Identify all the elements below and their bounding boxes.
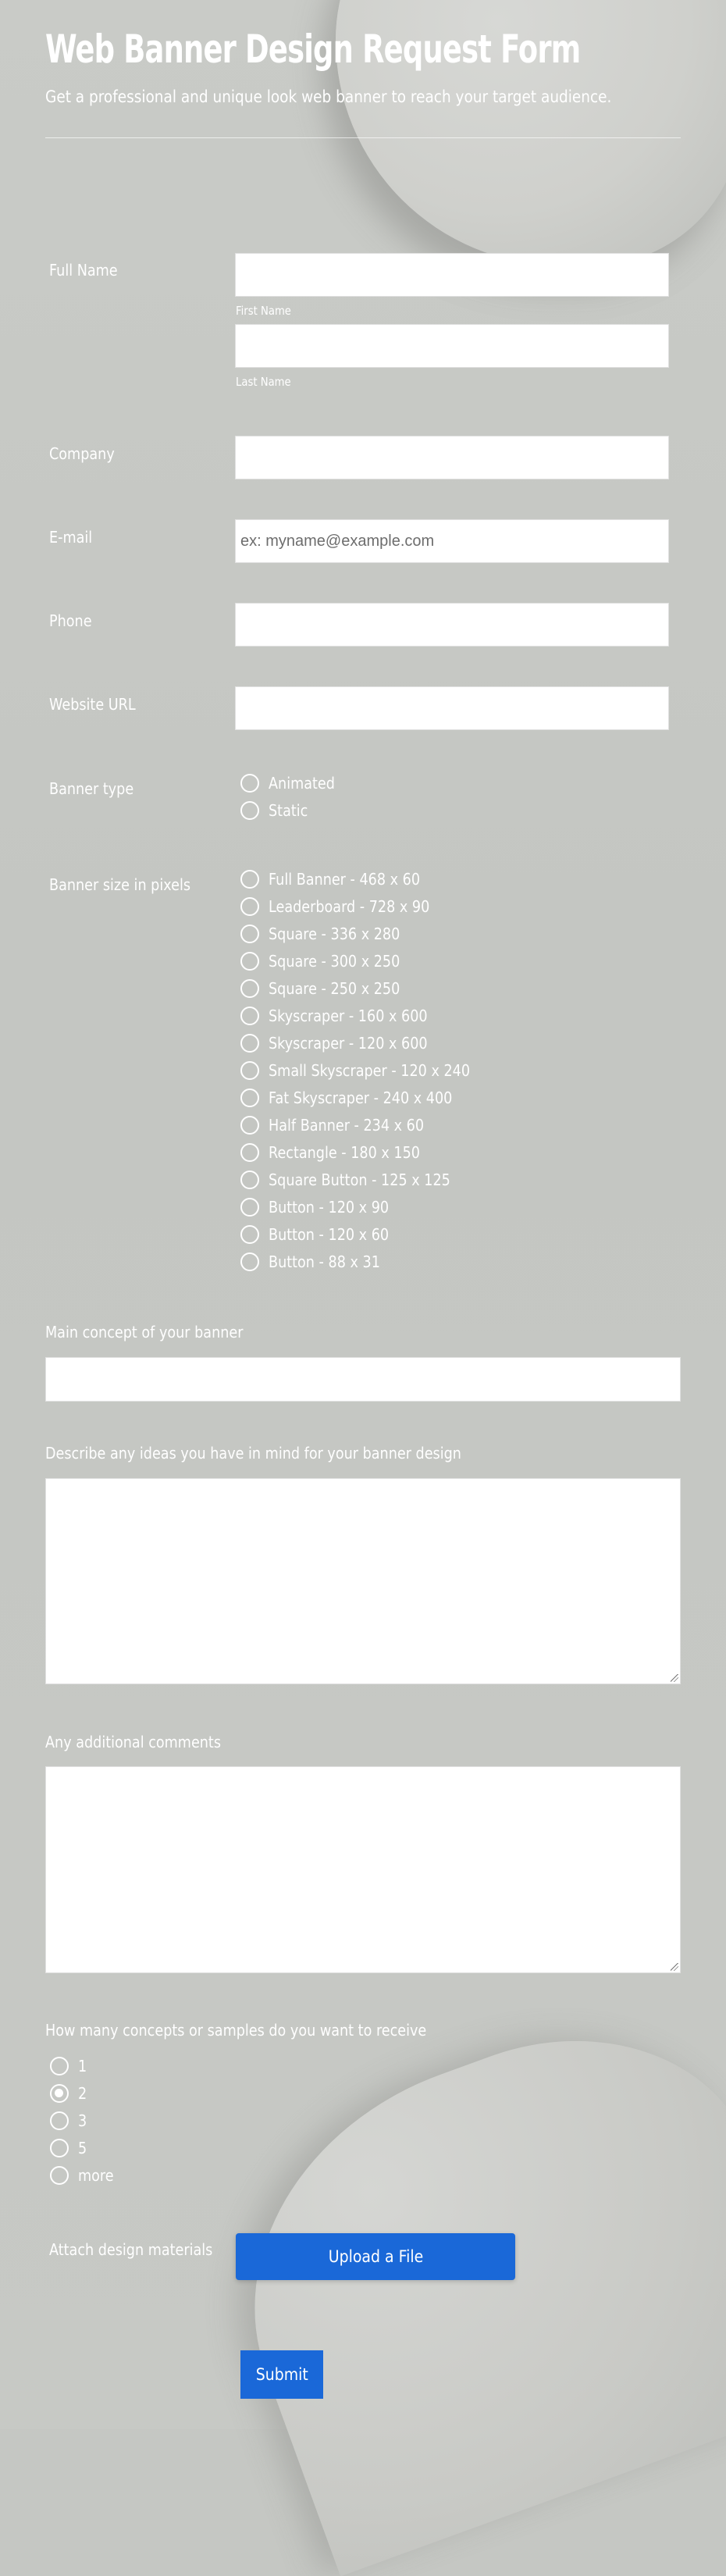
banner-size-option[interactable]: Button - 120 x 60 — [240, 1223, 405, 1246]
last-name-input[interactable] — [235, 324, 669, 368]
radio-button[interactable] — [240, 897, 259, 916]
comments-textarea[interactable] — [45, 1766, 681, 1973]
radio-label: Skyscraper - 160 x 600 — [269, 1007, 428, 1025]
form-subtitle: Get a professional and unique look web b… — [45, 87, 612, 106]
company-label: Company — [49, 444, 115, 463]
banner-size-option[interactable]: Small Skyscraper - 120 x 240 — [240, 1059, 497, 1082]
radio-button[interactable] — [50, 2111, 69, 2130]
radio-label: Square - 300 x 250 — [269, 952, 400, 971]
concepts-count-option[interactable]: 2 — [50, 2082, 88, 2105]
attach-label: Attach design materials — [49, 2240, 213, 2259]
concepts-count-option[interactable]: 3 — [50, 2109, 88, 2132]
first-name-input[interactable] — [235, 253, 669, 297]
radio-label: Square - 336 x 280 — [269, 925, 400, 943]
banner-size-option[interactable]: Square - 300 x 250 — [240, 950, 418, 973]
ideas-label: Describe any ideas you have in mind for … — [45, 1444, 461, 1463]
main-concept-input[interactable] — [45, 1357, 681, 1402]
radio-button[interactable] — [240, 870, 259, 889]
phone-label: Phone — [49, 611, 92, 630]
upload-file-button[interactable]: Upload a File — [236, 2233, 515, 2280]
form-title: Web Banner Design Request Form — [45, 27, 581, 72]
website-label: Website URL — [49, 695, 136, 714]
radio-label: more — [78, 2166, 114, 2185]
radio-button[interactable] — [240, 1170, 259, 1189]
banner-size-option[interactable]: Leaderboard - 728 x 90 — [240, 895, 451, 918]
banner-size-option[interactable]: Rectangle - 180 x 150 — [240, 1141, 440, 1164]
submit-button[interactable]: Submit — [240, 2350, 323, 2399]
first-name-sublabel: First Name — [236, 304, 291, 318]
banner-type-label: Banner type — [49, 779, 134, 798]
banner-size-option[interactable]: Square - 336 x 280 — [240, 922, 418, 946]
radio-button[interactable] — [240, 1252, 259, 1271]
banner-size-option[interactable]: Button - 120 x 90 — [240, 1195, 405, 1219]
radio-button[interactable] — [50, 2166, 69, 2185]
banner-size-option[interactable]: Square Button - 125 x 125 — [240, 1168, 475, 1192]
upload-button-label: Upload a File — [328, 2247, 423, 2266]
radio-button[interactable] — [240, 801, 259, 820]
radio-label: Square Button - 125 x 125 — [269, 1170, 450, 1189]
radio-button[interactable] — [240, 1088, 259, 1107]
banner-size-option[interactable]: Skyscraper - 160 x 600 — [240, 1004, 449, 1028]
radio-label: Button - 120 x 60 — [269, 1225, 390, 1244]
phone-input[interactable] — [235, 603, 669, 647]
banner-size-option[interactable]: Square - 250 x 250 — [240, 977, 418, 1000]
radio-label: 2 — [78, 2084, 87, 2103]
company-input[interactable] — [235, 436, 669, 479]
resize-handle-icon[interactable] — [671, 1674, 678, 1682]
radio-button-selected[interactable] — [50, 2084, 69, 2103]
radio-label: Rectangle - 180 x 150 — [269, 1143, 421, 1162]
banner-size-option[interactable]: Full Banner - 468 x 60 — [240, 868, 441, 891]
radio-label: Square - 250 x 250 — [269, 979, 400, 998]
radio-label: Button - 120 x 90 — [269, 1198, 390, 1217]
radio-label: Button - 88 x 31 — [269, 1252, 380, 1271]
radio-button[interactable] — [240, 1225, 259, 1244]
radio-label: Animated — [269, 774, 335, 793]
radio-label: 1 — [78, 2057, 87, 2075]
concepts-count-option[interactable]: 1 — [50, 2054, 88, 2078]
banner-size-option[interactable]: Half Banner - 234 x 60 — [240, 1113, 445, 1137]
radio-button[interactable] — [240, 774, 259, 793]
resize-handle-icon[interactable] — [671, 1963, 678, 1971]
last-name-sublabel: Last Name — [236, 375, 291, 389]
banner-size-label: Banner size in pixels — [49, 875, 191, 894]
radio-button[interactable] — [240, 952, 259, 971]
banner-size-option[interactable]: Button - 88 x 31 — [240, 1250, 395, 1274]
radio-label: Full Banner - 468 x 60 — [269, 870, 421, 889]
radio-button[interactable] — [240, 1143, 259, 1162]
radio-label: Fat Skyscraper - 240 x 400 — [269, 1088, 453, 1107]
email-label: E-mail — [49, 528, 93, 547]
full-name-label: Full Name — [49, 261, 118, 280]
concepts-count-option[interactable]: more — [50, 2164, 119, 2187]
comments-label: Any additional comments — [45, 1733, 222, 1751]
main-concept-label: Main concept of your banner — [45, 1323, 244, 1341]
radio-button[interactable] — [240, 1007, 259, 1025]
radio-button[interactable] — [240, 1198, 259, 1217]
radio-label: Skyscraper - 120 x 600 — [269, 1034, 428, 1053]
submit-button-label: Submit — [255, 2365, 308, 2384]
radio-button[interactable] — [240, 1034, 259, 1053]
concepts-count-label: How many concepts or samples do you want… — [45, 2021, 427, 2040]
radio-label: Small Skyscraper - 120 x 240 — [269, 1061, 471, 1080]
radio-label: Static — [269, 801, 308, 820]
radio-button[interactable] — [240, 1116, 259, 1135]
radio-label: 3 — [78, 2111, 87, 2130]
website-input[interactable] — [235, 686, 669, 730]
header-divider — [45, 137, 681, 138]
banner-type-option[interactable]: Animated — [240, 771, 344, 795]
radio-button[interactable] — [50, 2139, 69, 2157]
radio-button[interactable] — [240, 1061, 259, 1080]
radio-label: Half Banner - 234 x 60 — [269, 1116, 425, 1135]
banner-type-option[interactable]: Static — [240, 799, 313, 822]
radio-button[interactable] — [240, 925, 259, 943]
concepts-count-option[interactable]: 5 — [50, 2136, 88, 2160]
ideas-textarea[interactable] — [45, 1478, 681, 1684]
radio-button[interactable] — [240, 979, 259, 998]
radio-button[interactable] — [50, 2057, 69, 2075]
banner-size-option[interactable]: Skyscraper - 120 x 600 — [240, 1031, 449, 1055]
radio-label: 5 — [78, 2139, 87, 2157]
radio-label: Leaderboard - 728 x 90 — [269, 897, 430, 916]
email-input[interactable]: ex: myname@example.com — [235, 519, 669, 563]
banner-size-option[interactable]: Fat Skyscraper - 240 x 400 — [240, 1086, 477, 1110]
form-page: Web Banner Design Request Form Get a pro… — [0, 0, 726, 2429]
